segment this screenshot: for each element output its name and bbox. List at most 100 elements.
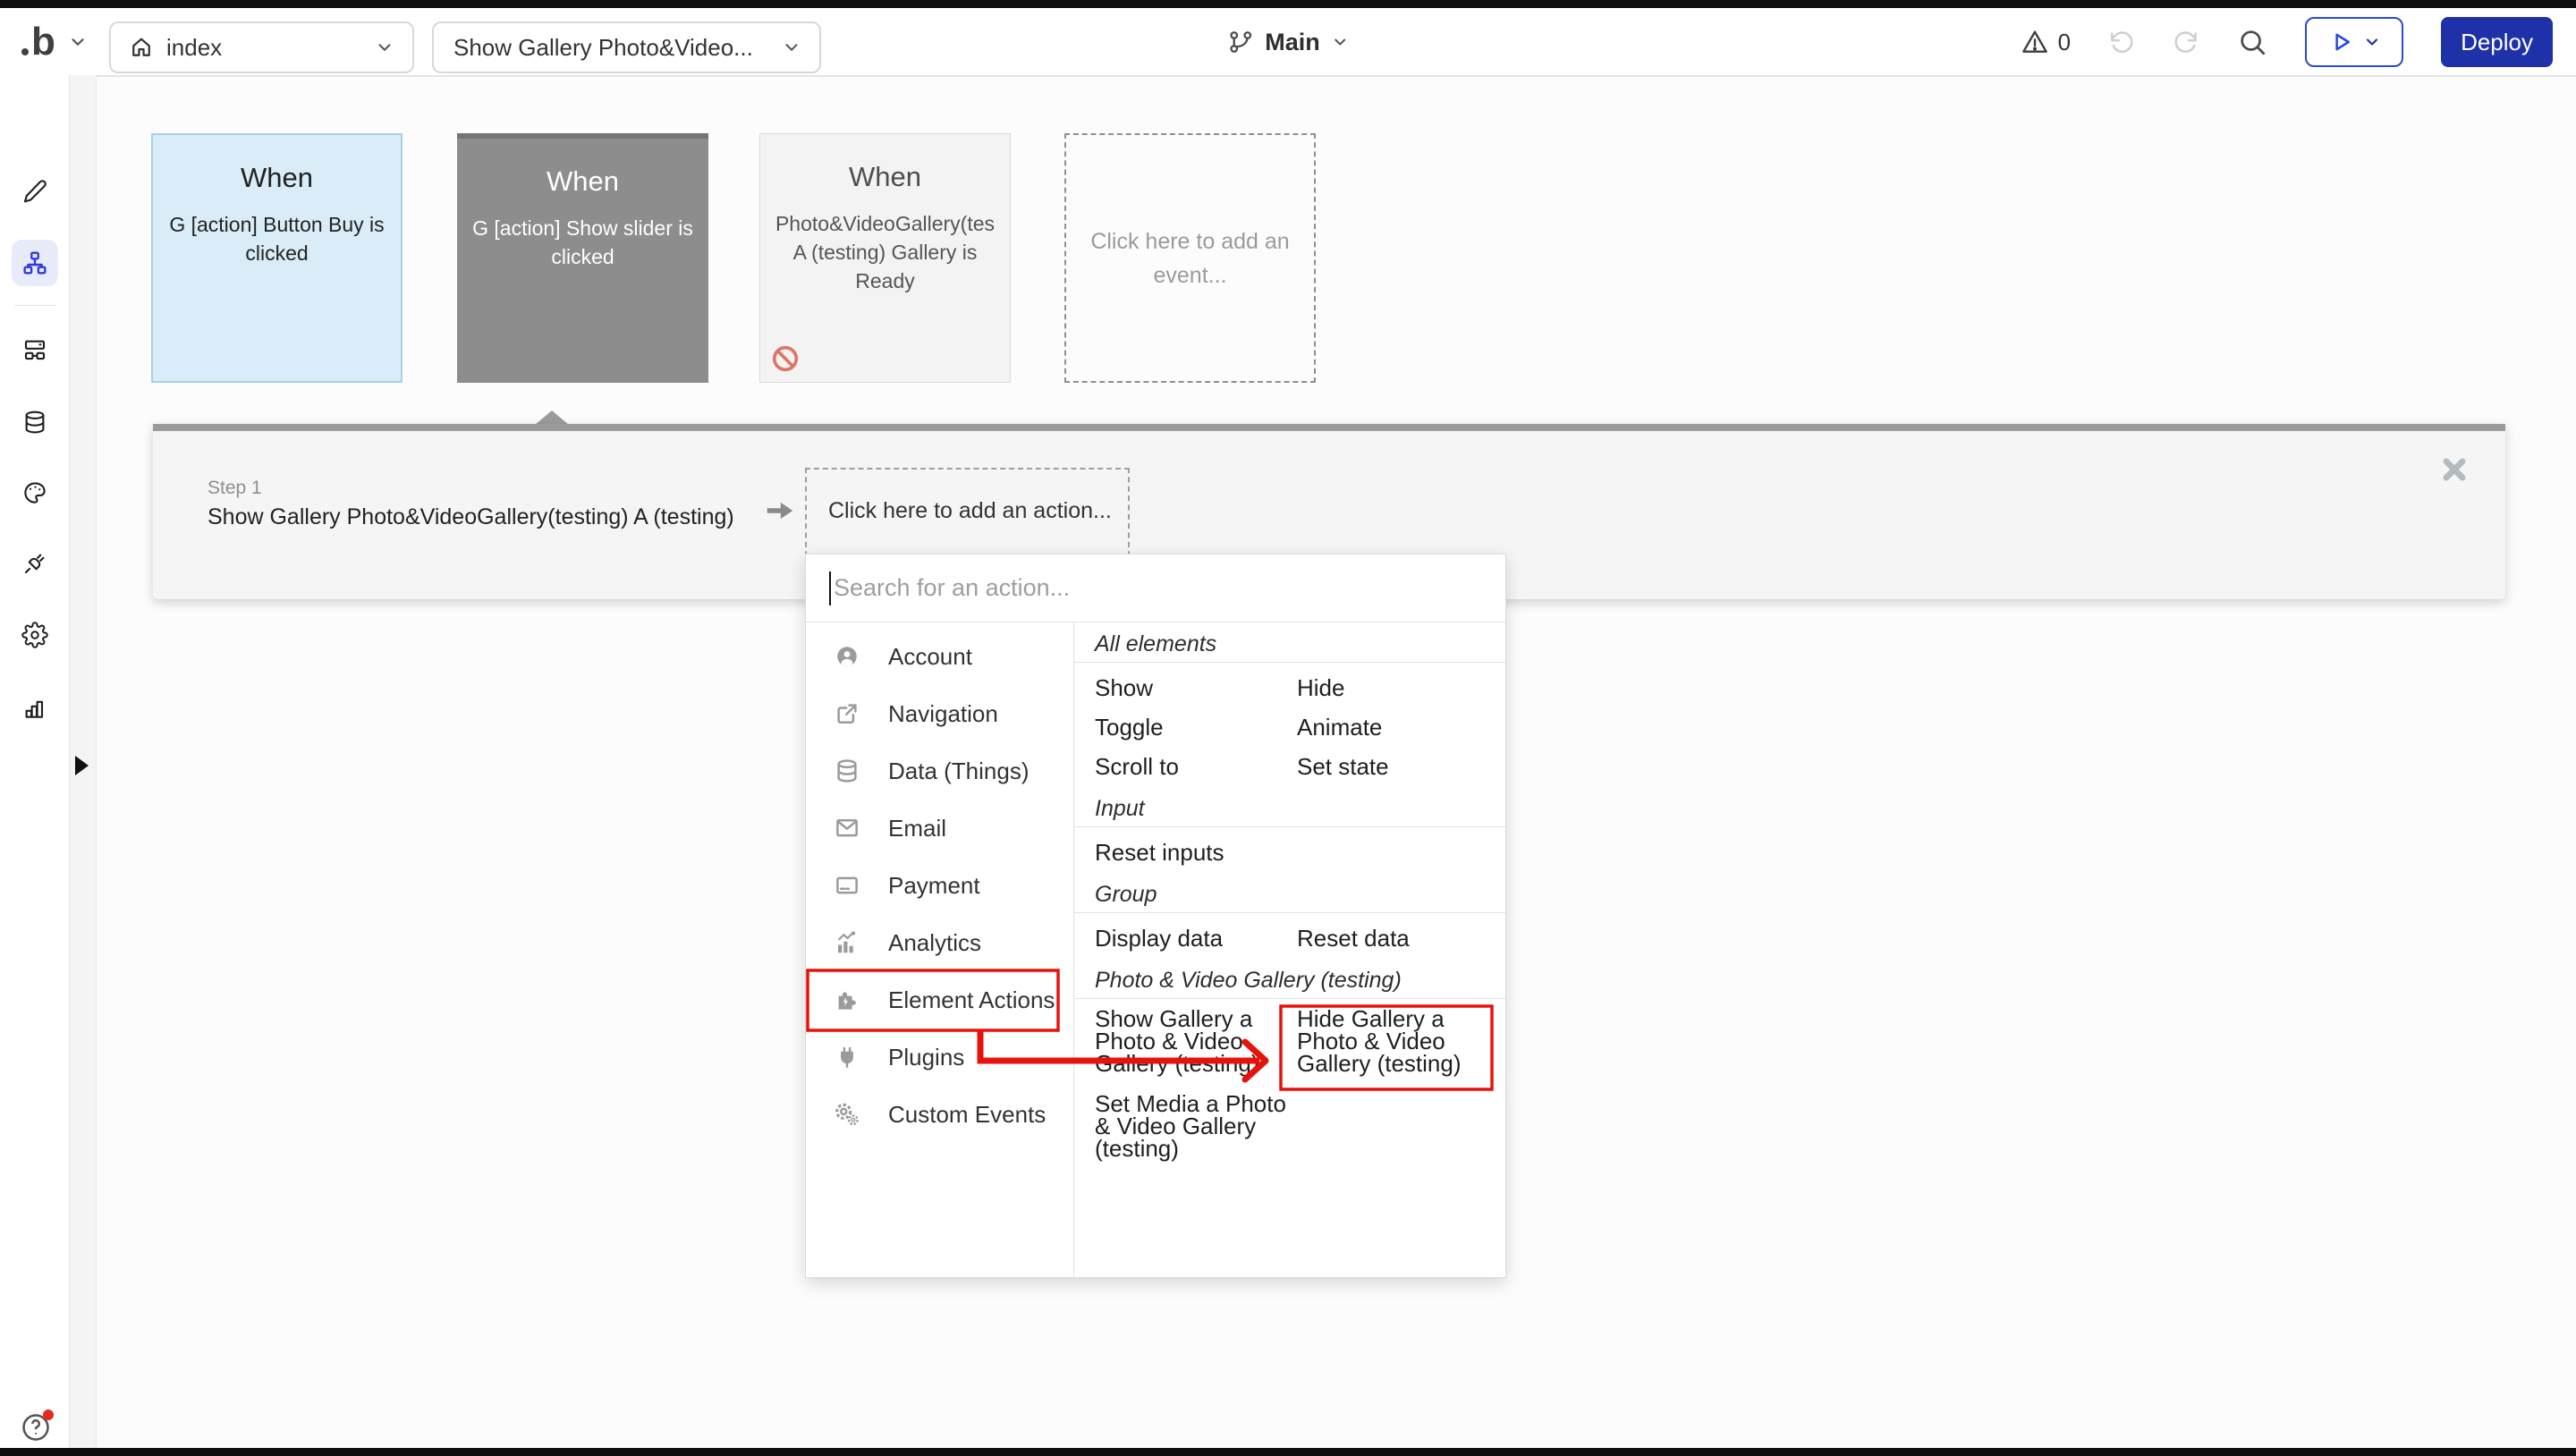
close-step-panel-button[interactable] bbox=[2439, 454, 2470, 485]
action-group-header-all-elements: All elements bbox=[1074, 629, 1505, 663]
git-branch-icon bbox=[1227, 29, 1254, 55]
workflow-selector-label: Show Gallery Photo&Video... bbox=[453, 34, 753, 62]
add-event-placeholder[interactable]: Click here to add an event... bbox=[1064, 133, 1316, 383]
sidebar-item-reusables[interactable] bbox=[21, 336, 48, 363]
prohibited-icon bbox=[771, 344, 800, 373]
logo-dot-icon bbox=[21, 48, 29, 55]
navigation-icon bbox=[834, 700, 860, 727]
window-bottom-edge bbox=[0, 1448, 2576, 1456]
category-navigation[interactable]: Navigation bbox=[806, 685, 1073, 742]
issues-count: 0 bbox=[2058, 29, 2071, 56]
action-item-hide[interactable]: Hide bbox=[1297, 668, 1505, 707]
undo-button[interactable] bbox=[2108, 29, 2135, 55]
action-category-list: Account Navigation Data (Things) Email bbox=[806, 622, 1073, 1277]
action-list: All elements Show Hide Toggle Animate Sc… bbox=[1074, 622, 1505, 1277]
sidebar-item-plugins[interactable] bbox=[21, 550, 48, 577]
action-item-hide-gallery[interactable]: Hide Gallery a Photo & Video Gallery (te… bbox=[1297, 1008, 1499, 1075]
user-icon bbox=[834, 643, 860, 670]
sidebar-item-workflow[interactable] bbox=[21, 249, 49, 277]
action-item-set-media-gallery[interactable]: Set Media a Photo & Video Gallery (testi… bbox=[1095, 1093, 1297, 1160]
sidebar-divider bbox=[14, 305, 55, 306]
text-caret bbox=[829, 571, 831, 605]
action-item-show-gallery[interactable]: Show Gallery a Photo & Video Gallery (te… bbox=[1095, 1008, 1297, 1075]
action-item-reset-inputs[interactable]: Reset inputs bbox=[1095, 833, 1297, 872]
action-item-scroll-to[interactable]: Scroll to bbox=[1095, 747, 1297, 786]
event-body: G [action] Show slider is clicked bbox=[470, 214, 696, 271]
event-card-show-slider-selected[interactable]: When G [action] Show slider is clicked bbox=[457, 133, 708, 383]
action-search-popup: Search for an action... Account Navigati… bbox=[805, 554, 1506, 1278]
event-card-button-buy[interactable]: When G [action] Button Buy is clicked bbox=[151, 133, 402, 383]
bubble-workflow-editor: b index Show Gallery Photo&Video... bbox=[0, 0, 2576, 1456]
preview-options-chevron-icon bbox=[2363, 33, 2381, 51]
credit-card-icon bbox=[834, 872, 860, 899]
event-body: Photo&VideoGallery(tes A (testing) Galle… bbox=[773, 209, 997, 295]
warning-triangle-icon bbox=[2021, 28, 2049, 56]
category-custom-events[interactable]: Custom Events bbox=[806, 1086, 1073, 1143]
palette-icon bbox=[21, 479, 48, 506]
action-item-set-state[interactable]: Set state bbox=[1297, 747, 1505, 786]
action-group-header-gallery: Photo & Video Gallery (testing) bbox=[1074, 965, 1505, 999]
event-title: When bbox=[153, 162, 401, 194]
add-event-label: Click here to add an event... bbox=[1089, 224, 1291, 292]
components-icon bbox=[21, 336, 48, 363]
plugins-icon bbox=[834, 1044, 860, 1071]
category-account[interactable]: Account bbox=[806, 628, 1073, 685]
category-plugins[interactable]: Plugins bbox=[806, 1029, 1073, 1086]
action-search-input[interactable]: Search for an action... bbox=[806, 554, 1505, 622]
step-panel-notch bbox=[535, 411, 569, 425]
branch-label: Main bbox=[1265, 29, 1320, 56]
plug-icon bbox=[21, 550, 48, 577]
category-element-actions[interactable]: Element Actions bbox=[806, 971, 1073, 1029]
category-payment[interactable]: Payment bbox=[806, 857, 1073, 914]
play-icon bbox=[2327, 29, 2354, 55]
redo-button[interactable] bbox=[2173, 29, 2199, 55]
pencil-icon bbox=[21, 178, 48, 205]
action-item-show[interactable]: Show bbox=[1095, 668, 1297, 707]
sidebar-item-logs[interactable] bbox=[21, 694, 48, 721]
home-icon bbox=[129, 35, 154, 60]
expand-panel-arrow[interactable] bbox=[75, 756, 89, 775]
issues-indicator[interactable]: 0 bbox=[2021, 28, 2071, 56]
notification-dot bbox=[43, 1409, 54, 1420]
search-button[interactable] bbox=[2237, 27, 2267, 57]
action-group-header-group: Group bbox=[1074, 879, 1505, 913]
page-selector-label: index bbox=[166, 34, 222, 62]
category-email[interactable]: Email bbox=[806, 800, 1073, 857]
preview-button[interactable] bbox=[2305, 17, 2403, 67]
sidebar-item-data[interactable] bbox=[21, 409, 48, 436]
top-toolbar: b index Show Gallery Photo&Video... bbox=[0, 8, 2576, 77]
chevron-down-icon bbox=[1331, 33, 1349, 51]
step-action-title[interactable]: Show Gallery Photo&VideoGallery(testing)… bbox=[208, 504, 734, 530]
event-card-gallery-ready[interactable]: When Photo&VideoGallery(tes A (testing) … bbox=[759, 133, 1011, 383]
deploy-button[interactable]: Deploy bbox=[2441, 17, 2553, 67]
chevron-down-icon bbox=[375, 38, 394, 57]
add-action-label: Click here to add an action... bbox=[828, 498, 1128, 524]
gear-icon bbox=[21, 622, 48, 648]
category-analytics[interactable]: Analytics bbox=[806, 914, 1073, 971]
step-number-label: Step 1 bbox=[208, 478, 262, 499]
branch-selector[interactable]: Main bbox=[1227, 21, 1349, 63]
category-data-things[interactable]: Data (Things) bbox=[806, 742, 1073, 800]
database-icon bbox=[834, 758, 860, 784]
event-title: When bbox=[760, 161, 1010, 193]
sidebar-item-design[interactable] bbox=[21, 178, 48, 205]
bar-chart-icon bbox=[21, 694, 48, 721]
window-top-edge bbox=[0, 0, 2576, 8]
action-item-reset-data[interactable]: Reset data bbox=[1297, 918, 1505, 958]
workflow-selector-dropdown[interactable]: Show Gallery Photo&Video... bbox=[432, 21, 821, 73]
element-actions-puzzle-icon bbox=[834, 986, 860, 1013]
action-item-toggle[interactable]: Toggle bbox=[1095, 707, 1297, 747]
logo-menu-chevron-icon[interactable] bbox=[68, 32, 88, 52]
sidebar-item-styles[interactable] bbox=[21, 479, 48, 506]
event-body: G [action] Button Buy is clicked bbox=[165, 210, 388, 267]
analytics-icon bbox=[834, 929, 860, 956]
email-icon bbox=[834, 815, 860, 842]
bubble-logo[interactable]: b bbox=[21, 24, 55, 60]
action-item-display-data[interactable]: Display data bbox=[1095, 918, 1297, 958]
search-placeholder: Search for an action... bbox=[834, 574, 1070, 602]
action-item-animate[interactable]: Animate bbox=[1297, 707, 1505, 747]
page-selector-dropdown[interactable]: index bbox=[109, 21, 414, 73]
sidebar-item-settings[interactable] bbox=[21, 622, 48, 648]
action-group-header-input: Input bbox=[1074, 793, 1505, 827]
close-icon bbox=[2439, 454, 2470, 485]
